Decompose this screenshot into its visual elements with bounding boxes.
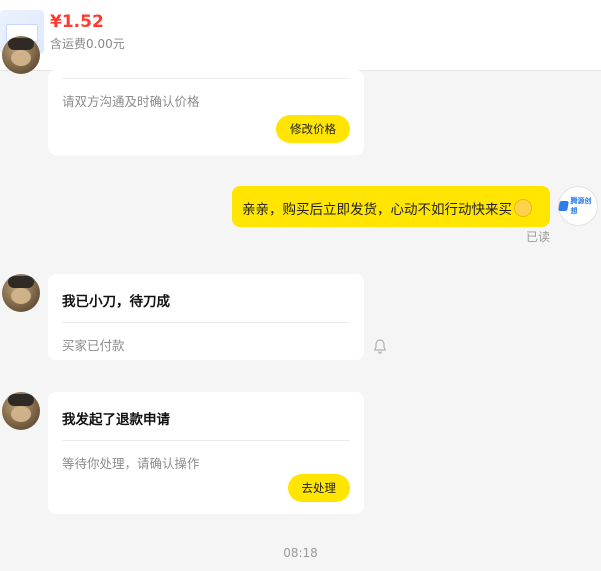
smile-emoji-icon: [514, 199, 532, 217]
product-header: ¥1.52 含运费0.00元: [0, 0, 601, 71]
logo-icon: [558, 201, 570, 211]
handle-refund-button[interactable]: 去处理: [287, 474, 350, 502]
price-change-subtitle: 请双方沟通及时确认价格: [62, 94, 200, 109]
modify-price-button[interactable]: 修改价格: [276, 115, 350, 143]
seller-avatar[interactable]: 腾源创想: [558, 186, 598, 226]
refund-card: 我发起了退款申请 等待你处理，请确认操作 去处理: [48, 392, 364, 514]
bell-icon[interactable]: [373, 339, 387, 355]
refund-title: 我发起了退款申请: [62, 412, 170, 428]
bargain-subtitle: 买家已付款: [62, 338, 125, 353]
bargain-card: 我已小刀，待刀成 买家已付款: [48, 274, 364, 360]
product-price: ¥1.52: [50, 12, 104, 32]
seller-message-bubble: 亲亲，购买后立即发货，心动不如行动快来买: [232, 186, 550, 227]
price-change-card: 请双方沟通及时确认价格 修改价格: [48, 70, 364, 155]
message-timestamp: 08:18: [283, 546, 318, 560]
buyer-avatar[interactable]: [2, 274, 40, 312]
seller-message-text: 亲亲，购买后立即发货，心动不如行动快来买: [242, 202, 512, 218]
bargain-title: 我已小刀，待刀成: [62, 294, 170, 310]
read-status: 已读: [526, 230, 551, 244]
refund-subtitle: 等待你处理，请确认操作: [62, 456, 200, 471]
seller-logo-text: 腾源创想: [570, 197, 592, 215]
shipping-fee: 含运费0.00元: [50, 37, 125, 51]
buyer-avatar[interactable]: [2, 392, 40, 430]
buyer-avatar[interactable]: [2, 36, 40, 74]
